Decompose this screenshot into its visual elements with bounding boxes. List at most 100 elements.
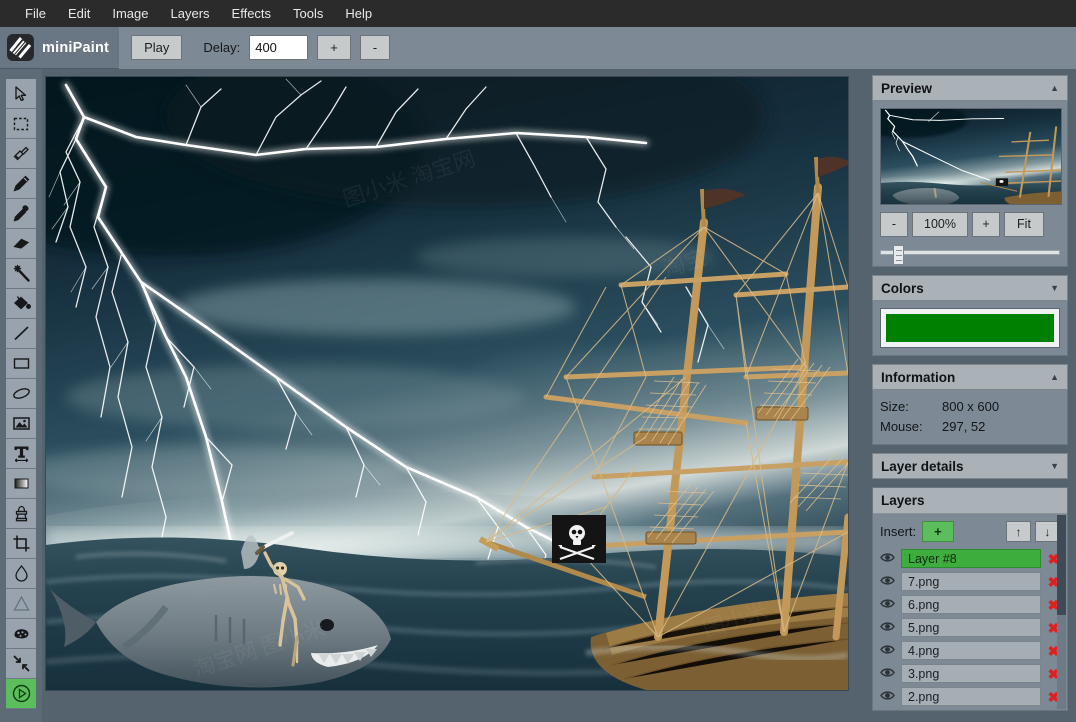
layer-name-input[interactable]: Layer #8 — [901, 549, 1041, 568]
mouse-position-row: Mouse: 297, 52 — [880, 417, 1060, 437]
zoom-level-button[interactable]: 100% — [912, 212, 968, 237]
zoom-fit-button[interactable]: Fit — [1004, 212, 1044, 237]
colors-panel-header[interactable]: Colors ▼ — [872, 275, 1068, 301]
layer-details-panel: Layer details ▼ — [872, 453, 1068, 479]
layer-name-input[interactable]: 7.png — [901, 572, 1041, 591]
paint-bucket-icon — [12, 294, 31, 313]
information-panel-header[interactable]: Information ▲ — [872, 364, 1068, 390]
tool-shrink[interactable] — [6, 649, 36, 679]
menu-tools[interactable]: Tools — [282, 2, 334, 25]
layer-name-input[interactable]: 2.png — [901, 687, 1041, 706]
layer-name-input[interactable]: 4.png — [901, 641, 1041, 660]
tool-media-image[interactable] — [6, 409, 36, 439]
preview-panel-header[interactable]: Preview ▲ — [872, 75, 1068, 101]
menu-help[interactable]: Help — [334, 2, 383, 25]
eyedropper-icon — [12, 204, 31, 223]
layer-name-input[interactable]: 5.png — [901, 618, 1041, 637]
preview-panel: Preview ▲ — [872, 75, 1068, 267]
menu-edit[interactable]: Edit — [57, 2, 101, 25]
tool-rail — [0, 69, 42, 722]
table-row[interactable]: Layer #8 ✖ — [880, 549, 1060, 568]
menu-effects[interactable]: Effects — [221, 2, 283, 25]
layer-visibility-eye-icon[interactable] — [880, 619, 895, 637]
layer-visibility-eye-icon[interactable] — [880, 573, 895, 591]
layer-name-input[interactable]: 3.png — [901, 664, 1041, 683]
layers-title: Layers — [881, 493, 925, 508]
selected-color-swatch[interactable] — [886, 314, 1054, 342]
delay-decrease-button[interactable]: - — [360, 35, 390, 60]
tool-marquee-select[interactable] — [6, 109, 36, 139]
text-icon — [12, 444, 31, 463]
information-panel-body: Size: 800 x 600 Mouse: 297, 52 — [872, 390, 1068, 445]
tool-text[interactable] — [6, 439, 36, 469]
tool-color-picker[interactable] — [6, 199, 36, 229]
crop-icon — [12, 534, 31, 553]
layers-scrollbar[interactable] — [1057, 515, 1066, 709]
tool-clone-stamp[interactable] — [6, 499, 36, 529]
tool-eraser[interactable] — [6, 229, 36, 259]
tool-sponge[interactable] — [6, 619, 36, 649]
zoom-out-button[interactable]: - — [880, 212, 908, 237]
tool-rectangle[interactable] — [6, 349, 36, 379]
table-row[interactable]: 3.png ✖ — [880, 664, 1060, 683]
mouse-value: 297, 52 — [942, 417, 985, 437]
table-row[interactable]: 5.png ✖ — [880, 618, 1060, 637]
tool-ellipse[interactable] — [6, 379, 36, 409]
tool-blur[interactable] — [6, 559, 36, 589]
table-row[interactable]: 7.png ✖ — [880, 572, 1060, 591]
layer-details-title: Layer details — [881, 459, 964, 474]
image-size-row: Size: 800 x 600 — [880, 397, 1060, 417]
size-label: Size: — [880, 397, 942, 417]
layer-visibility-eye-icon[interactable] — [880, 642, 895, 660]
tool-gradient[interactable] — [6, 469, 36, 499]
collapse-up-caret-icon[interactable]: ▲ — [1050, 84, 1059, 93]
zoom-slider-thumb[interactable] — [893, 245, 904, 265]
zoom-slider-track[interactable] — [880, 250, 1060, 255]
dashed-rectangle-icon — [12, 115, 30, 133]
layer-details-panel-header[interactable]: Layer details ▼ — [872, 453, 1068, 479]
layer-visibility-eye-icon[interactable] — [880, 688, 895, 706]
move-layer-up-button[interactable]: ↑ — [1006, 521, 1031, 542]
tool-select-arrow[interactable] — [6, 79, 36, 109]
image-canvas[interactable]: 图小米 淘宝网 淘宝 淘宝网 图小米 淘宝网 图小米 — [46, 77, 848, 690]
tool-brush[interactable] — [6, 139, 36, 169]
delay-increase-button[interactable]: + — [317, 35, 351, 60]
tool-magic-wand[interactable] — [6, 259, 36, 289]
tool-animation-play[interactable] — [6, 679, 36, 709]
layer-visibility-eye-icon[interactable] — [880, 665, 895, 683]
layers-panel-header[interactable]: Layers — [873, 488, 1067, 514]
expand-down-caret-icon[interactable]: ▼ — [1050, 462, 1059, 471]
zoom-in-button[interactable]: + — [972, 212, 1000, 237]
menu-file[interactable]: File — [14, 2, 57, 25]
play-button[interactable]: Play — [131, 35, 182, 60]
zoom-slider[interactable] — [880, 245, 1060, 259]
preview-thumbnail — [880, 108, 1062, 205]
table-row[interactable]: 6.png ✖ — [880, 595, 1060, 614]
layer-visibility-eye-icon[interactable] — [880, 550, 895, 568]
layer-visibility-eye-icon[interactable] — [880, 596, 895, 614]
menu-layers[interactable]: Layers — [160, 2, 221, 25]
image-icon — [12, 414, 31, 433]
collapse-up-caret-icon[interactable]: ▲ — [1050, 373, 1059, 382]
expand-down-caret-icon[interactable]: ▼ — [1050, 284, 1059, 293]
colors-title: Colors — [881, 281, 924, 296]
layer-name-input[interactable]: 6.png — [901, 595, 1041, 614]
size-value: 800 x 600 — [942, 397, 999, 417]
app-name: miniPaint — [42, 40, 109, 56]
tool-sharpen[interactable] — [6, 589, 36, 619]
tool-fill[interactable] — [6, 289, 36, 319]
delay-label: Delay: — [203, 40, 240, 55]
pencil-icon — [12, 174, 31, 193]
layers-scrollbar-thumb[interactable] — [1057, 515, 1066, 615]
tool-line[interactable] — [6, 319, 36, 349]
table-row[interactable]: 2.png ✖ — [880, 687, 1060, 706]
zoom-controls: - 100% + Fit — [880, 212, 1060, 237]
mouse-label: Mouse: — [880, 417, 942, 437]
menu-image[interactable]: Image — [101, 2, 159, 25]
magic-wand-icon — [12, 264, 31, 283]
table-row[interactable]: 4.png ✖ — [880, 641, 1060, 660]
add-layer-button[interactable]: + — [922, 521, 954, 542]
delay-input[interactable] — [249, 35, 308, 60]
tool-crop[interactable] — [6, 529, 36, 559]
tool-pencil[interactable] — [6, 169, 36, 199]
